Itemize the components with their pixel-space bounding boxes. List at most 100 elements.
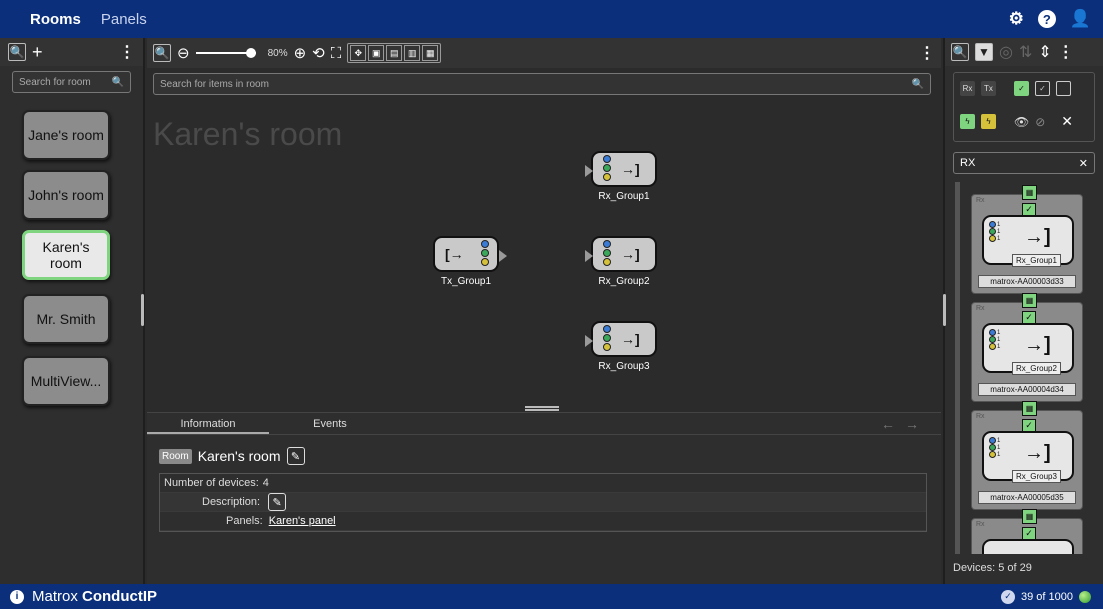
receive-icon: →] (621, 331, 640, 347)
visible-filter-icon[interactable]: 👁 (1014, 115, 1029, 129)
zoom-out-icon[interactable]: ⊖ (177, 44, 190, 62)
add-room-icon[interactable]: + (32, 42, 43, 63)
room-canvas[interactable]: Karen's room →] Rx_Group1 [→ Tx_Group1 →… (147, 98, 941, 408)
select-icon[interactable]: ▣ (368, 45, 385, 61)
devices-more-menu-icon[interactable]: ⋮ (1058, 42, 1074, 62)
reset-zoom-icon[interactable]: ⟲ (312, 44, 325, 62)
filter-icon[interactable]: ▼ (975, 43, 993, 61)
hidden-filter-icon[interactable]: ⊘ (1035, 115, 1045, 129)
search-toggle-icon[interactable]: 🔍 (951, 43, 969, 61)
gear-icon[interactable]: ⚙ (1009, 9, 1024, 29)
output-arrow-icon (499, 250, 507, 262)
filter-row-1: Rx Tx ✓ ✓ (960, 81, 1071, 96)
room-button-john[interactable]: John's room (22, 170, 110, 220)
room-workspace: 🔍 ⊖ 80% ⊕ ⟲ ⛶ ✥ ▣ ▤ ▥ ▦ ⋮ Search for ite… (147, 38, 941, 584)
room-details: Number of devices: 4 Description: ✎ Pane… (159, 473, 927, 532)
room-button-karen[interactable]: Karen's room (22, 230, 110, 280)
history-nav: ←→ (881, 416, 929, 432)
tx-filter-icon[interactable]: Tx (981, 81, 996, 96)
rx-node-group3[interactable]: →] (585, 321, 657, 357)
device-list-scrollbar[interactable] (955, 182, 960, 554)
close-filter-icon[interactable]: ✕ (1061, 113, 1073, 130)
device-card[interactable]: Rx ▦ ✓ 111 →] Rx_Group2 matrox-AA00004d3… (971, 293, 1083, 402)
info-panel-resize-handle[interactable] (525, 406, 559, 411)
room-search-input[interactable]: Search for room 🔍 (12, 71, 131, 93)
checked-filter-icon[interactable]: ✓ (1014, 81, 1029, 96)
type-badge: Room (159, 448, 192, 464)
rx-filter-icon[interactable]: Rx (960, 81, 975, 96)
device-name: matrox-AA00003d33 (978, 275, 1076, 288)
tab-events[interactable]: Events (269, 413, 391, 434)
tx-node-group1[interactable]: [→ (433, 236, 507, 272)
pan-icon[interactable]: ✥ (350, 45, 367, 61)
fit-to-screen-icon[interactable]: ⛶ (331, 45, 342, 62)
rx-node-group2[interactable]: →] (585, 236, 657, 272)
status-dots: 111 (989, 221, 1000, 242)
device-node: 111 →] Rx_Group2 (982, 323, 1074, 375)
devices-value: 4 (262, 477, 269, 489)
check-filter-icon[interactable]: ✓ (1035, 81, 1050, 96)
canvas-more-menu-icon[interactable]: ⋮ (919, 43, 935, 63)
search-toggle-icon[interactable]: 🔍 (8, 43, 26, 61)
collapse-icon[interactable]: ⇕ (1038, 42, 1051, 62)
status-bar: i Matrox ConductIP ✓ 39 of 1000 (0, 584, 1103, 609)
info-icon[interactable]: i (10, 589, 24, 604)
active-filter-tag: RX ✕ (953, 152, 1095, 174)
room-button-mr-smith[interactable]: Mr. Smith (22, 294, 110, 344)
description-label: Description: (202, 496, 261, 508)
device-grid-icon: ▦ (1022, 401, 1037, 416)
remove-filter-icon[interactable]: ✕ (1079, 157, 1088, 170)
zoom-slider[interactable] (195, 48, 256, 58)
receive-icon: →] (621, 161, 640, 177)
tab-rooms[interactable]: Rooms (0, 0, 91, 38)
zoom-slider-knob[interactable] (245, 48, 256, 58)
edit-description-button[interactable]: ✎ (268, 493, 287, 511)
info-panel: Information Events ←→ Room Karen's room … (147, 412, 941, 584)
group-icon[interactable]: ▦ (422, 45, 439, 61)
room-title-watermark: Karen's room (153, 116, 343, 152)
status-dots (603, 155, 611, 182)
room-search-placeholder: Search for room (19, 76, 91, 88)
zoom-in-icon[interactable]: ⊕ (294, 44, 307, 62)
search-toggle-icon[interactable]: 🔍 (153, 44, 171, 62)
back-arrow-icon[interactable]: ← (881, 416, 905, 432)
left-panel-resize-handle[interactable] (141, 294, 144, 326)
filter-row-2: ϟ ϟ 👁 ⊘ ✕ (960, 113, 1073, 130)
devices-row: Number of devices: 4 (160, 474, 926, 493)
device-list: Rx ▦ ✓ 111 →] Rx_Group1 matrox-AA00003d3… (955, 182, 1097, 554)
device-type: Rx (976, 413, 985, 420)
transmit-icon: [→ (445, 246, 464, 262)
sort-icon[interactable]: ⇅ (1019, 42, 1032, 62)
device-card[interactable]: Rx ▦ ✓ (971, 509, 1083, 554)
room-items-search-placeholder: Search for items in room (160, 78, 269, 90)
device-card[interactable]: Rx ▦ ✓ 111 →] Rx_Group3 matrox-AA00005d3… (971, 401, 1083, 510)
forward-arrow-icon[interactable]: → (905, 416, 929, 432)
connection-status-icon (1079, 590, 1091, 603)
target-icon[interactable]: ◎ (999, 42, 1013, 62)
device-name: matrox-AA00004d34 (978, 383, 1076, 396)
input-arrow-icon (585, 250, 593, 262)
verified-icon: ✓ (1001, 589, 1015, 604)
right-panel-resize-handle[interactable] (943, 294, 946, 326)
device-card[interactable]: Rx ▦ ✓ 111 →] Rx_Group1 matrox-AA00003d3… (971, 185, 1083, 294)
room-button-multiview[interactable]: MultiView... (22, 356, 110, 406)
more-menu-icon[interactable]: ⋮ (119, 42, 135, 62)
tab-panels[interactable]: Panels (91, 0, 157, 38)
panel-link[interactable]: Karen's panel (269, 515, 336, 527)
devices-label: Number of devices: (164, 477, 259, 489)
distribute-icon[interactable]: ▥ (404, 45, 421, 61)
powered-filter-icon[interactable]: ϟ (960, 114, 975, 129)
edit-name-button[interactable]: ✎ (286, 447, 305, 465)
rx-node-group1[interactable]: →] (585, 151, 657, 187)
align-icon[interactable]: ▤ (386, 45, 403, 61)
layout-tools: ✥ ▣ ▤ ▥ ▦ (347, 43, 442, 63)
tab-information[interactable]: Information (147, 413, 269, 434)
room-button-jane[interactable]: Jane's room (22, 110, 110, 160)
status-dots (603, 325, 611, 352)
room-items-search-input[interactable]: Search for items in room 🔍 (153, 73, 931, 95)
unchecked-filter-icon[interactable] (1056, 81, 1071, 96)
power-warning-filter-icon[interactable]: ϟ (981, 114, 996, 129)
help-icon[interactable]: ? (1037, 10, 1056, 28)
user-icon[interactable]: 👤 (1070, 9, 1091, 29)
info-header: Room Karen's room ✎ (159, 447, 305, 465)
